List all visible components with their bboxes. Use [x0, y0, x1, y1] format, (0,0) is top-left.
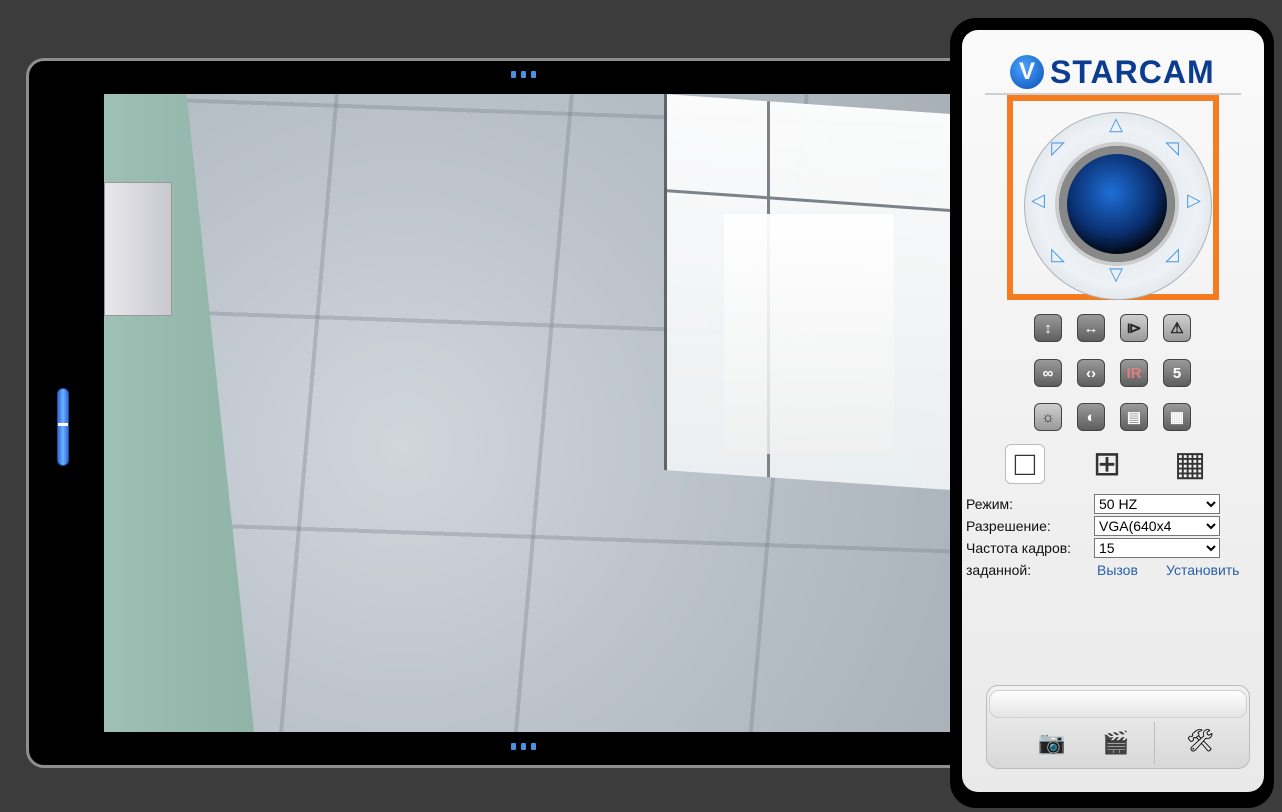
bottom-toolbar-top [989, 690, 1247, 718]
preset-call-link[interactable]: Вызов [1097, 562, 1138, 578]
starcam-logo: V STARCAM [1010, 52, 1220, 92]
mode-row: Режим: 50 HZ [966, 494, 1262, 516]
contrast-button[interactable]: ◐ [1077, 403, 1105, 431]
resolution-label: Разрешение: [966, 518, 1051, 534]
brand-name: STARCAM [1050, 53, 1215, 90]
cruise-horizontal-button[interactable]: ‹› [1077, 359, 1105, 387]
bottom-separator [1154, 722, 1155, 764]
ptz-down-button[interactable]: ▽ [1106, 264, 1126, 284]
ptz-down-left-button[interactable]: ◺ [1048, 244, 1068, 264]
flip-button[interactable]: ⚠ [1163, 314, 1191, 342]
ptz-up-button[interactable]: △ [1106, 114, 1126, 134]
framerate-select[interactable]: 15 [1094, 538, 1220, 558]
flip-horizontal-button[interactable]: ↔ [1077, 314, 1105, 342]
layout-nine-button[interactable]: ▦ [1170, 444, 1210, 484]
resolution-row: Разрешение: VGA(640x4 [966, 516, 1262, 538]
preset-label: заданной: [966, 562, 1032, 578]
camera-video-feed[interactable] [104, 94, 956, 732]
mode-label: Режим: [966, 496, 1014, 512]
ptz-left-button[interactable]: ◁ [1028, 190, 1048, 210]
ptz-right-button[interactable]: ▷ [1184, 190, 1204, 210]
brightness-button[interactable]: ☼ [1034, 403, 1062, 431]
video-window-light [724, 214, 894, 454]
resolution-select[interactable]: VGA(640x4 [1094, 516, 1220, 536]
speed-button[interactable]: 5 [1163, 359, 1191, 387]
settings-tools-button[interactable]: 🛠 [1182, 726, 1218, 756]
cruise-vertical-button[interactable]: ∞ [1034, 359, 1062, 387]
brand-mark-icon: V [1010, 55, 1044, 89]
saturation-button[interactable]: ▤ [1120, 403, 1148, 431]
color-button[interactable]: ▦ [1163, 403, 1191, 431]
top-handle[interactable] [508, 70, 538, 78]
ptz-up-right-button[interactable]: ◹ [1162, 138, 1182, 158]
zoom-slider[interactable] [57, 388, 69, 466]
framerate-label: Частота кадров: [966, 540, 1072, 556]
record-button[interactable]: 🎬 [1098, 728, 1134, 758]
flip-vertical-button[interactable]: ↕ [1034, 314, 1062, 342]
preset-row: заданной: Вызов Установить [966, 560, 1262, 582]
snapshot-button[interactable]: 📷 [1034, 728, 1070, 758]
layout-single-button[interactable]: □ [1005, 444, 1045, 484]
video-fixture [104, 182, 172, 316]
mirror-button[interactable]: ⧐ [1120, 314, 1148, 342]
framerate-row: Частота кадров: 15 [966, 538, 1262, 560]
bottom-handle[interactable] [508, 742, 538, 750]
ptz-up-left-button[interactable]: ◸ [1048, 138, 1068, 158]
stream-settings-form: Режим: 50 HZ Разрешение: VGA(640x4 Часто… [966, 494, 1262, 582]
ir-button[interactable]: IR [1120, 359, 1148, 387]
mode-select[interactable]: 50 HZ [1094, 494, 1220, 514]
layout-quad-button[interactable]: ⊞ [1087, 444, 1127, 484]
preset-set-link[interactable]: Установить [1166, 562, 1239, 578]
camera-lens-icon[interactable] [1059, 146, 1175, 262]
ptz-down-right-button[interactable]: ◿ [1162, 244, 1182, 264]
